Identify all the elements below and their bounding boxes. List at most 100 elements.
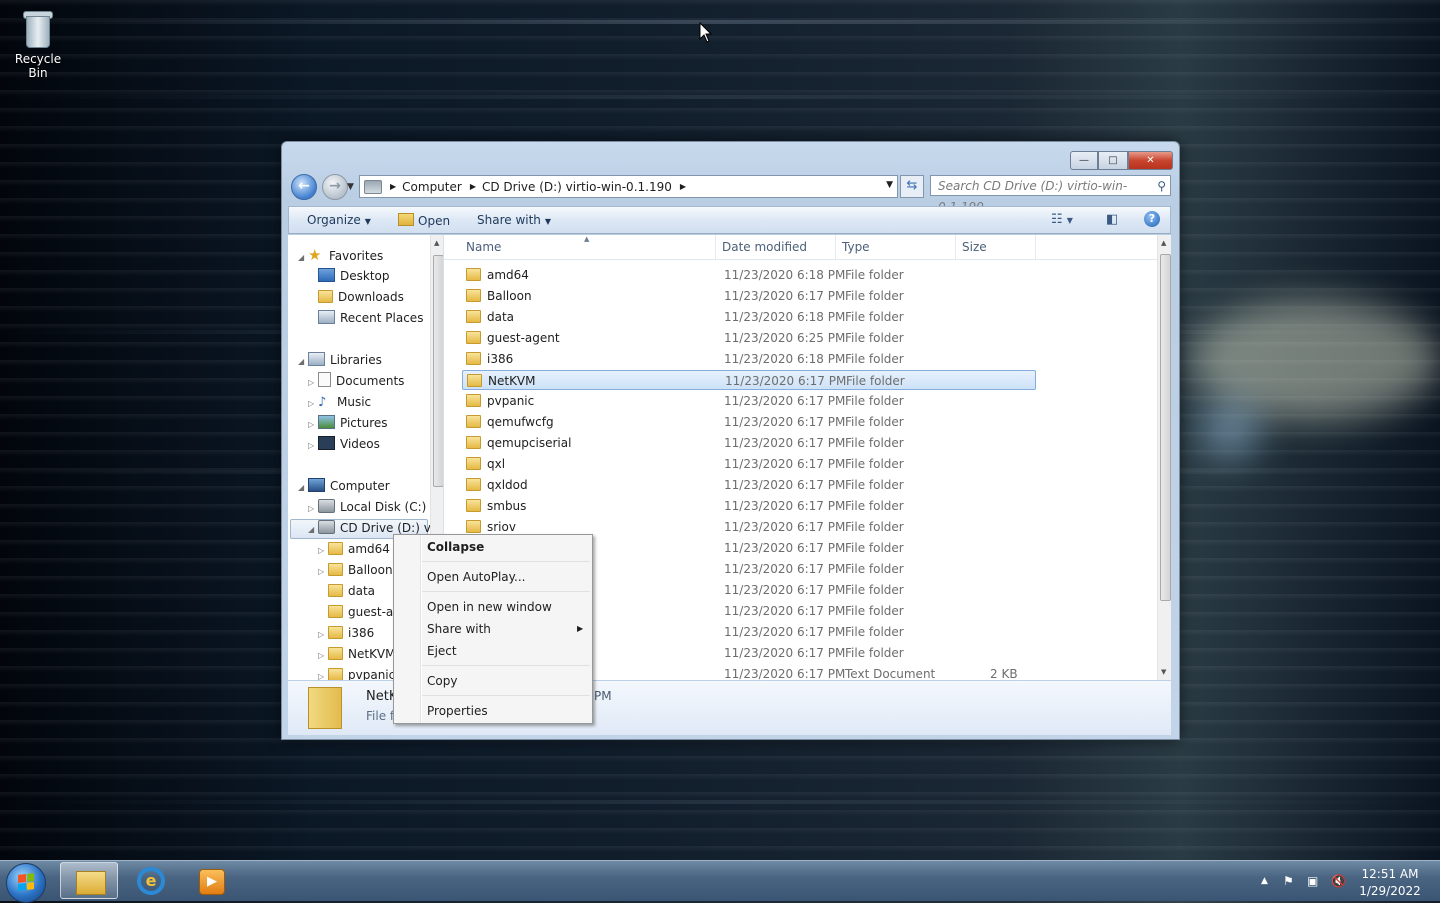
- collapsed-arrow-icon[interactable]: ▷: [308, 436, 318, 456]
- share-with-menu[interactable]: Share with ▼: [477, 213, 551, 227]
- file-row[interactable]: qemufwcfg 11/23/2020 6:17 PM File folder: [462, 412, 1036, 432]
- tree-node-recent-places[interactable]: Recent Places: [318, 308, 423, 328]
- recent-pages-dropdown-icon[interactable]: ▼: [347, 182, 354, 192]
- collapsed-arrow-icon[interactable]: ▷: [318, 646, 328, 666]
- back-button[interactable]: ←: [291, 174, 317, 200]
- tree-node-music[interactable]: ▷ ♪ Music: [308, 392, 371, 412]
- file-row[interactable]: guest-agent 11/23/2020 6:25 PM File folder: [462, 328, 1036, 348]
- tree-node-local-disk[interactable]: ▷ Local Disk (C:): [308, 497, 426, 517]
- tree-node-data[interactable]: data: [328, 581, 375, 601]
- preview-pane-button[interactable]: ◧: [1106, 212, 1118, 227]
- search-input[interactable]: Search CD Drive (D:) virtio-win-0.1.190 …: [930, 175, 1171, 214]
- organize-menu[interactable]: Organize ▼: [307, 213, 371, 227]
- collapsed-arrow-icon[interactable]: ▷: [318, 541, 328, 561]
- tree-node-pvpanic[interactable]: ▷ pvpanic: [318, 665, 395, 680]
- menu-item-open-autoplay[interactable]: Open AutoPlay...: [427, 570, 525, 584]
- cd-drive-icon: [318, 520, 335, 534]
- file-row[interactable]: amd64 11/23/2020 6:18 PM File folder: [462, 265, 1036, 285]
- collapsed-arrow-icon[interactable]: ▷: [308, 415, 318, 435]
- column-header-size[interactable]: Size: [956, 235, 1036, 259]
- forward-button[interactable]: →: [322, 174, 348, 200]
- file-row[interactable]: pvpanic 11/23/2020 6:17 PM File folder: [462, 391, 1036, 411]
- taskbar-ie-button[interactable]: e: [122, 862, 180, 899]
- file-row[interactable]: qemupciserial 11/23/2020 6:17 PM File fold…: [462, 433, 1036, 453]
- file-row[interactable]: Balloon 11/23/2020 6:17 PM File folder: [462, 286, 1036, 306]
- menu-item-open-new-window[interactable]: Open in new window: [427, 600, 552, 614]
- volume-muted-icon[interactable]: 🔇: [1331, 874, 1346, 888]
- address-dropdown-icon[interactable]: ▼: [886, 180, 893, 190]
- network-icon[interactable]: ▣: [1307, 874, 1318, 888]
- menu-item-properties[interactable]: Properties: [427, 704, 488, 718]
- close-button[interactable]: ✕: [1128, 151, 1173, 170]
- collapsed-arrow-icon[interactable]: ▷: [308, 394, 318, 414]
- taskbar-clock[interactable]: 12:51 AM 1/29/2022: [1352, 866, 1428, 900]
- scrollbar-thumb[interactable]: [433, 255, 443, 487]
- file-row[interactable]: qxldod 11/23/2020 6:17 PM File folder: [462, 475, 1036, 495]
- change-view-button[interactable]: ☷ ▼: [1051, 212, 1073, 227]
- column-header-date-modified[interactable]: Date modified: [716, 235, 836, 259]
- tree-node-videos[interactable]: ▷ Videos: [308, 434, 380, 454]
- file-date: 11/23/2020 6:17 PM: [724, 667, 846, 680]
- tree-node-balloon[interactable]: ▷ Balloon: [318, 560, 393, 580]
- breadcrumb-separator-icon[interactable]: ▶: [680, 182, 686, 191]
- tree-node-guest-agent[interactable]: guest-ag: [328, 602, 401, 622]
- breadcrumb-computer[interactable]: Computer: [402, 180, 462, 194]
- file-row[interactable]: NetKVM 11/23/2020 6:17 PM File folder: [462, 370, 1036, 390]
- scrollbar-thumb[interactable]: [1160, 254, 1171, 601]
- open-button[interactable]: Open: [398, 213, 450, 228]
- tree-node-i386[interactable]: ▷ i386: [318, 623, 374, 643]
- search-icon[interactable]: ⚲: [1157, 176, 1166, 197]
- breadcrumb-separator-icon[interactable]: ▶: [390, 182, 396, 191]
- refresh-button[interactable]: ⇆: [900, 175, 924, 198]
- show-hidden-icon[interactable]: ▲: [1261, 876, 1268, 886]
- expanded-arrow-icon[interactable]: ◢: [298, 248, 308, 268]
- menu-item-share-with[interactable]: Share with: [427, 622, 491, 636]
- menu-item-collapse[interactable]: Collapse: [427, 540, 484, 554]
- expanded-arrow-icon[interactable]: ◢: [298, 478, 308, 498]
- help-button[interactable]: ?: [1144, 211, 1160, 227]
- breadcrumb-cd-drive[interactable]: CD Drive (D:) virtio-win-0.1.190: [482, 180, 672, 194]
- media-player-icon: ▶: [199, 869, 225, 895]
- tree-node-libraries[interactable]: ◢ Libraries: [298, 350, 382, 370]
- tree-node-amd64[interactable]: ▷ amd64: [318, 539, 390, 559]
- scroll-up-arrow-icon[interactable]: ▲: [434, 239, 439, 247]
- collapsed-arrow-icon[interactable]: ▷: [318, 562, 328, 582]
- tree-node-pictures[interactable]: ▷ Pictures: [308, 413, 388, 433]
- file-list-scrollbar[interactable]: ▲ ▼: [1157, 235, 1171, 680]
- desktop-icon-recycle-bin[interactable]: Recycle Bin: [8, 8, 68, 80]
- tree-node-computer[interactable]: ◢ Computer: [298, 476, 390, 496]
- file-row[interactable]: smbus 11/23/2020 6:17 PM File folder: [462, 496, 1036, 516]
- menu-item-copy[interactable]: Copy: [427, 674, 457, 688]
- address-bar[interactable]: ▶ Computer ▶ CD Drive (D:) virtio-win-0.…: [359, 175, 898, 198]
- tree-node-desktop[interactable]: Desktop: [318, 266, 390, 286]
- menu-item-eject[interactable]: Eject: [427, 644, 457, 658]
- collapsed-arrow-icon[interactable]: ▷: [308, 499, 318, 519]
- file-type: File folder: [845, 478, 904, 492]
- tree-node-netkvm[interactable]: ▷ NetKVM: [318, 644, 396, 664]
- minimize-button[interactable]: —: [1070, 151, 1098, 170]
- file-row[interactable]: data 11/23/2020 6:18 PM File folder: [462, 307, 1036, 327]
- collapsed-arrow-icon[interactable]: ▷: [308, 373, 318, 393]
- collapsed-arrow-icon[interactable]: ▷: [318, 667, 328, 680]
- action-center-flag-icon[interactable]: ⚑: [1283, 874, 1294, 888]
- collapsed-arrow-icon[interactable]: ▷: [318, 625, 328, 645]
- breadcrumb-separator-icon[interactable]: ▶: [470, 182, 476, 191]
- maximize-button[interactable]: □: [1098, 151, 1128, 170]
- file-row[interactable]: i386 11/23/2020 6:18 PM File folder: [462, 349, 1036, 369]
- music-icon: ♪: [318, 395, 327, 410]
- scroll-up-arrow-icon[interactable]: ▲: [1161, 239, 1166, 247]
- tree-label: Computer: [330, 479, 390, 493]
- expanded-arrow-icon[interactable]: ◢: [308, 520, 318, 540]
- column-header-type[interactable]: Type: [836, 235, 956, 259]
- tree-node-favorites[interactable]: ◢ ★ Favorites: [298, 245, 383, 265]
- menu-separator: [422, 665, 590, 666]
- expanded-arrow-icon[interactable]: ◢: [298, 352, 308, 372]
- tree-node-downloads[interactable]: Downloads: [318, 287, 404, 307]
- file-row[interactable]: qxl 11/23/2020 6:17 PM File folder: [462, 454, 1036, 474]
- taskbar-media-player-button[interactable]: ▶: [182, 862, 240, 899]
- tree-node-documents[interactable]: ▷ Documents: [308, 371, 404, 391]
- taskbar-explorer-button[interactable]: [60, 862, 118, 899]
- start-button[interactable]: [6, 863, 46, 903]
- videos-icon: [318, 436, 335, 450]
- scroll-down-arrow-icon[interactable]: ▼: [1161, 668, 1166, 676]
